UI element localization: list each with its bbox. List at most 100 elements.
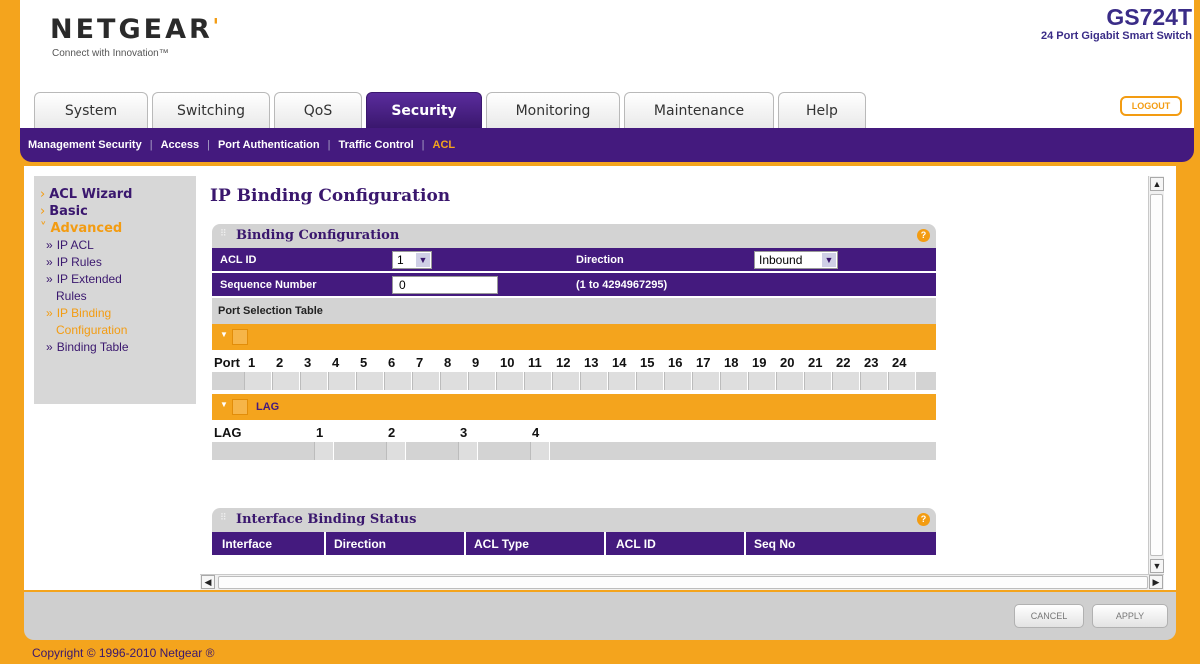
chevron-down-icon: ▼ [416,253,430,267]
tab-monitoring[interactable]: Monitoring [486,92,620,128]
grip-icon: ⠿ [220,228,228,238]
port-checkbox[interactable] [328,372,356,390]
port-checkbox[interactable] [468,372,496,390]
port-number-row: Port 1 2 3 4 5 6 7 8 9 10 11 12 13 14 15 16 17 18 19 20 21 22… [212,352,936,372]
port-number: 19 [752,355,767,370]
sidebar-item-ip-extended-rules[interactable]: » IP Extended [40,271,196,288]
horizontal-scrollbar[interactable]: ◀ ▶ [200,574,1164,590]
port-number: 15 [640,355,655,370]
port-checkbox[interactable] [832,372,860,390]
sequence-range-hint: (1 to 4294967295) [576,279,668,291]
port-checkbox[interactable] [524,372,552,390]
port-checkbox[interactable] [860,372,888,390]
double-chevron-icon: » [46,306,53,320]
column-direction[interactable]: Direction [334,537,386,551]
port-checkbox[interactable] [580,372,608,390]
port-select-all-checkbox[interactable] [232,329,248,345]
sidebar-item-basic[interactable]: › Basic [40,203,196,220]
lag-checkbox[interactable] [386,442,406,460]
sidebar-item-binding-table[interactable]: » Binding Table [40,339,196,356]
port-number: 2 [276,355,284,370]
port-checkbox[interactable] [748,372,776,390]
sidebar-item-ip-rules[interactable]: » IP Rules [40,254,196,271]
lag-checkbox[interactable] [458,442,478,460]
lag-label: LAG [214,425,242,440]
acl-direction-row: ACL ID 1 ▼ Direction Inbound ▼ [212,248,936,273]
column-interface[interactable]: Interface [222,537,272,551]
scroll-up-icon[interactable]: ▲ [1150,177,1164,191]
port-number: 7 [416,355,424,370]
tab-system[interactable]: System [34,92,148,128]
tab-help[interactable]: Help [778,92,866,128]
scroll-left-icon[interactable]: ◀ [201,575,215,589]
port-checkbox[interactable] [552,372,580,390]
help-icon[interactable]: ? [917,513,930,526]
tab-switching[interactable]: Switching [152,92,270,128]
scroll-right-icon[interactable]: ▶ [1149,575,1163,589]
subnav-management-security[interactable]: Management Security [28,139,142,151]
port-checkbox[interactable] [300,372,328,390]
port-checkbox[interactable] [412,372,440,390]
port-number: 22 [836,355,851,370]
port-checkbox[interactable] [720,372,748,390]
port-selection-table-label: Port Selection Table [212,298,936,324]
netgear-logo[interactable]: NETGEAR' [50,14,222,45]
port-checkbox[interactable] [776,372,804,390]
sequence-number-input[interactable]: 0 [392,276,498,294]
port-checkbox-row [212,372,936,390]
tab-qos[interactable]: QoS [274,92,362,128]
port-checkbox[interactable] [608,372,636,390]
lag-select-all-checkbox[interactable] [232,399,248,415]
lag-number: 1 [316,425,324,440]
sidebar-item-ip-extended-rules-cont[interactable]: Rules [40,288,196,305]
subnav-port-authentication[interactable]: Port Authentication [218,139,320,151]
apply-button[interactable]: APPLY [1092,604,1168,628]
lag-checkbox[interactable] [530,442,550,460]
sidebar-item-ip-acl[interactable]: » IP ACL [40,237,196,254]
port-label: Port [214,355,240,370]
sequence-number-label: Sequence Number [220,279,317,291]
status-table-header: Interface Direction ACL Type ACL ID Seq … [212,532,936,557]
horizontal-scroll-thumb[interactable] [218,576,1148,589]
port-checkbox[interactable] [888,372,916,390]
column-seq-no[interactable]: Seq No [754,537,795,551]
subnav-acl[interactable]: ACL [433,139,456,151]
port-checkbox[interactable] [496,372,524,390]
sidebar-item-ip-binding-configuration-cont[interactable]: Configuration [40,322,196,339]
cancel-button[interactable]: CANCEL [1014,604,1084,628]
port-number: 3 [304,355,312,370]
lag-checkbox[interactable] [314,442,334,460]
caret-down-icon[interactable]: ▼ [220,400,228,409]
column-acl-id[interactable]: ACL ID [616,537,656,551]
port-number: 5 [360,355,368,370]
port-number: 20 [780,355,795,370]
double-chevron-icon: » [46,255,53,269]
column-acl-type[interactable]: ACL Type [474,537,529,551]
port-checkbox[interactable] [356,372,384,390]
sidebar-item-advanced[interactable]: ˅ Advanced [40,220,196,237]
tab-maintenance[interactable]: Maintenance [624,92,774,128]
port-checkbox[interactable] [636,372,664,390]
caret-down-icon[interactable]: ▼ [220,330,228,339]
acl-id-label: ACL ID [220,254,257,266]
logout-button[interactable]: LOGOUT [1120,96,1182,116]
port-checkbox[interactable] [384,372,412,390]
vertical-scrollbar[interactable]: ▲ ▼ [1148,176,1164,574]
vertical-scroll-thumb[interactable] [1150,194,1163,556]
port-checkbox[interactable] [804,372,832,390]
acl-id-select[interactable]: 1 ▼ [392,251,432,269]
scroll-down-icon[interactable]: ▼ [1150,559,1164,573]
port-checkbox[interactable] [664,372,692,390]
subnav-access[interactable]: Access [161,139,200,151]
content-frame: › ACL Wizard › Basic ˅ Advanced » IP ACL » IP… [24,166,1176,590]
sidebar-item-ip-binding-configuration[interactable]: » IP Binding [40,305,196,322]
sidebar-item-acl-wizard[interactable]: › ACL Wizard [40,186,196,203]
port-checkbox[interactable] [272,372,300,390]
subnav-traffic-control[interactable]: Traffic Control [338,139,413,151]
help-icon[interactable]: ? [917,229,930,242]
port-checkbox[interactable] [692,372,720,390]
direction-select[interactable]: Inbound ▼ [754,251,838,269]
port-checkbox[interactable] [244,372,272,390]
port-checkbox[interactable] [440,372,468,390]
tab-security[interactable]: Security [366,92,482,128]
